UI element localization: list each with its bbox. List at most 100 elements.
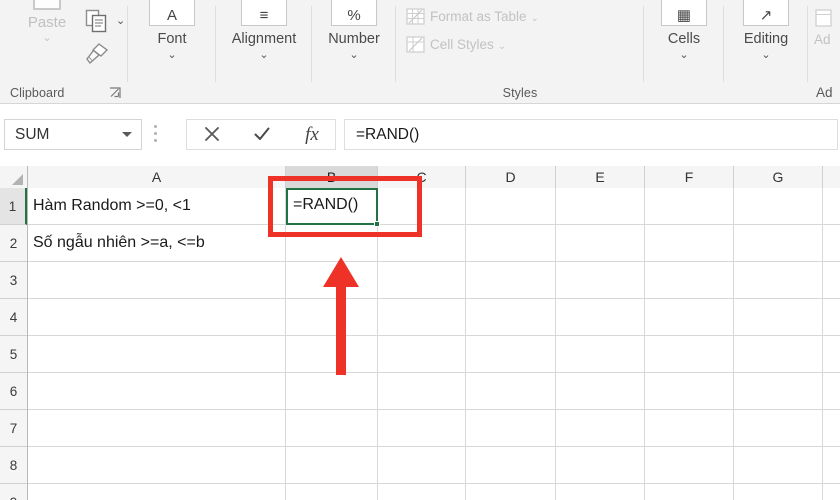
- gridline-v: [733, 188, 734, 500]
- formula-input[interactable]: =RAND(): [344, 119, 838, 150]
- gridline-v: [465, 188, 466, 500]
- chevron-down-icon[interactable]: ⌄: [646, 50, 722, 61]
- name-box-value: SUM: [15, 126, 50, 143]
- format-painter-icon[interactable]: [84, 42, 110, 66]
- fill-handle[interactable]: [374, 221, 380, 227]
- column-header-a[interactable]: A: [28, 166, 286, 188]
- copy-chevron-down-icon[interactable]: ⌄: [116, 14, 125, 27]
- ribbon-group-label-styles: Styles: [502, 86, 538, 100]
- row-header-9[interactable]: 9: [0, 484, 27, 500]
- format-as-table-button[interactable]: Format as Table ⌄: [406, 8, 539, 28]
- gridline-h: [28, 261, 840, 262]
- cell-a1[interactable]: Hàm Random >=0, <1: [33, 196, 191, 216]
- ribbon-group-number: % Number ⌄: [312, 0, 396, 104]
- fx-icon: fx: [305, 124, 319, 145]
- editing-icon: ↗: [743, 0, 789, 26]
- more-options-icon[interactable]: [154, 125, 158, 145]
- row-header-7[interactable]: 7: [0, 410, 27, 447]
- ribbon-group-editing: ↗ Editing ⌄: [724, 0, 808, 104]
- copy-icon[interactable]: [84, 8, 110, 34]
- column-header-g[interactable]: G: [734, 166, 823, 188]
- gridline-h: [28, 483, 840, 484]
- chevron-down-icon[interactable]: ⌄: [531, 13, 539, 24]
- ribbon-group-addins: Ad Ad: [808, 0, 840, 104]
- row-header-1[interactable]: 1: [0, 188, 27, 225]
- gridline-v: [377, 188, 378, 500]
- alignment-icon: ≡: [241, 0, 287, 26]
- ribbon-group-label-clipboard: Clipboard: [10, 86, 65, 100]
- cell-canvas[interactable]: Hàm Random >=0, <1 Số ngẫu nhiên >=a, <=…: [28, 188, 840, 500]
- row-header-5[interactable]: 5: [0, 336, 27, 373]
- addins-icon[interactable]: [814, 8, 834, 28]
- ribbon-group-font: A Font ⌄: [128, 0, 216, 104]
- gridline-h: [28, 224, 840, 225]
- row-header-2[interactable]: 2: [0, 225, 27, 262]
- addins-button-label: Ad: [814, 32, 831, 47]
- chevron-down-icon[interactable]: ⌄: [316, 50, 392, 61]
- insert-function-button[interactable]: fx: [287, 120, 337, 149]
- ribbon-group-clipboard: Paste ⌄ ⌄ Clipboard: [0, 0, 128, 104]
- cells-group-button[interactable]: ▦ Cells ⌄: [646, 0, 722, 61]
- ribbon-group-styles: Format as Table ⌄ Cell Styles ⌄ Styles: [396, 0, 644, 104]
- gridline-h: [28, 446, 840, 447]
- close-icon: [205, 127, 219, 141]
- column-header-h[interactable]: [823, 166, 840, 188]
- select-all-button[interactable]: [0, 166, 28, 188]
- row-header-column: 1 2 3 4 5 6 7 8 9: [0, 188, 28, 500]
- name-box[interactable]: SUM: [4, 119, 142, 150]
- cell-styles-label: Cell Styles: [430, 37, 494, 52]
- editing-group-button[interactable]: ↗ Editing ⌄: [728, 0, 804, 61]
- gridline-v: [644, 188, 645, 500]
- paste-icon: [30, 0, 64, 12]
- number-group-button[interactable]: % Number ⌄: [316, 0, 392, 61]
- column-header-row: A B C D E F G: [0, 166, 840, 188]
- formula-action-buttons: fx: [186, 119, 336, 150]
- paste-label: Paste: [27, 14, 67, 31]
- alignment-group-button[interactable]: ≡ Alignment ⌄: [226, 0, 302, 61]
- gridline-h: [28, 372, 840, 373]
- row-header-6[interactable]: 6: [0, 373, 27, 410]
- row-header-3[interactable]: 3: [0, 262, 27, 299]
- excel-window: Paste ⌄ ⌄ Clipboard A Font ⌄ ≡ Alignment…: [0, 0, 840, 500]
- gridline-h: [28, 298, 840, 299]
- column-header-b[interactable]: B: [286, 166, 378, 188]
- dialog-launcher-icon[interactable]: [109, 87, 122, 100]
- gridline-h: [28, 335, 840, 336]
- cells-group-label: Cells: [667, 31, 701, 47]
- row-header-8[interactable]: 8: [0, 447, 27, 484]
- paste-button[interactable]: Paste ⌄: [18, 0, 76, 44]
- gridline-v: [555, 188, 556, 500]
- column-header-e[interactable]: E: [556, 166, 645, 188]
- gridline-h: [28, 409, 840, 410]
- check-icon: [254, 127, 270, 140]
- alignment-group-label: Alignment: [231, 31, 297, 47]
- row-header-4[interactable]: 4: [0, 299, 27, 336]
- column-header-f[interactable]: F: [645, 166, 734, 188]
- formula-input-value: =RAND(): [356, 126, 420, 143]
- chevron-down-icon[interactable]: ⌄: [226, 50, 302, 61]
- format-as-table-label: Format as Table: [430, 9, 527, 24]
- cell-a2[interactable]: Số ngẫu nhiên >=a, <=b: [33, 233, 205, 253]
- gridline-v: [822, 188, 823, 500]
- enter-button[interactable]: [237, 120, 287, 149]
- table-style-icon: [406, 8, 425, 25]
- chevron-down-icon[interactable]: ⌄: [18, 33, 76, 44]
- active-cell-value: =RAND(): [293, 196, 359, 213]
- chevron-down-icon[interactable]: ⌄: [728, 50, 804, 61]
- column-header-d[interactable]: D: [466, 166, 556, 188]
- column-header-c[interactable]: C: [378, 166, 466, 188]
- cancel-button[interactable]: [187, 120, 237, 149]
- number-group-label: Number: [328, 31, 380, 47]
- cell-styles-button[interactable]: Cell Styles ⌄: [406, 36, 506, 56]
- ribbon-group-alignment: ≡ Alignment ⌄: [216, 0, 312, 104]
- percent-icon: %: [331, 0, 377, 26]
- font-group-button[interactable]: A Font ⌄: [134, 0, 210, 61]
- chevron-down-icon[interactable]: ⌄: [498, 41, 506, 52]
- gridline-v: [285, 188, 286, 500]
- font-icon: A: [149, 0, 195, 26]
- chevron-down-icon[interactable]: [122, 132, 132, 137]
- font-group-label: Font: [157, 31, 187, 47]
- chevron-down-icon[interactable]: ⌄: [134, 50, 210, 61]
- active-cell-b1[interactable]: =RAND(): [286, 188, 378, 225]
- worksheet-grid[interactable]: A B C D E F G 1 2 3 4 5 6 7 8 9: [0, 166, 840, 500]
